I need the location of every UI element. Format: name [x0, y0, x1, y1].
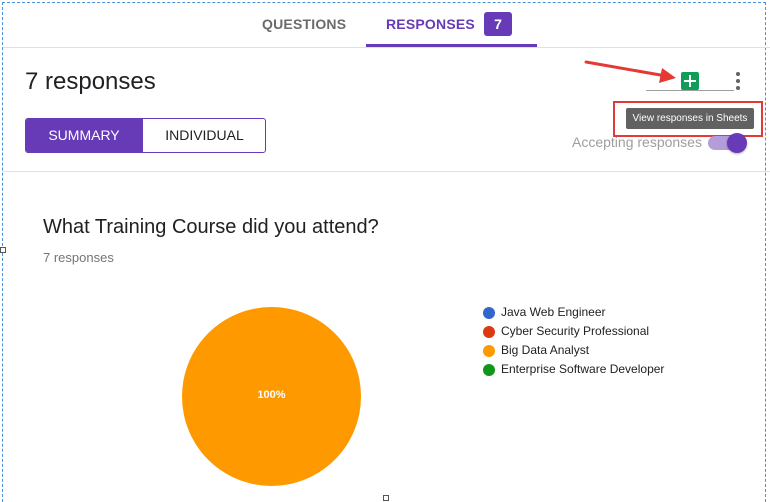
legend-dot: [483, 364, 495, 376]
legend-label: Java Web Engineer: [501, 305, 606, 319]
legend-label: Cyber Security Professional: [501, 324, 650, 338]
pie-slice-label: 100%: [257, 389, 286, 401]
question-title: What Training Course did you attend?: [43, 216, 379, 238]
section-divider: [3, 171, 770, 172]
sheets-plus-icon[interactable]: [681, 72, 699, 90]
view-toggle: SUMMARY INDIVIDUAL: [25, 118, 266, 153]
individual-button[interactable]: INDIVIDUAL: [142, 119, 265, 152]
legend-label: Big Data Analyst: [501, 343, 590, 357]
icon-underline: [646, 90, 734, 91]
active-tab-indicator: [366, 44, 537, 47]
summary-button[interactable]: SUMMARY: [26, 119, 142, 152]
sheets-tooltip: View responses in Sheets: [626, 108, 754, 129]
tab-responses[interactable]: RESPONSES: [386, 0, 475, 48]
question-response-count: 7 responses: [43, 250, 114, 265]
annotation-arrow: [584, 60, 676, 83]
more-vert-icon[interactable]: [735, 72, 741, 90]
accepting-responses-label: Accepting responses: [572, 134, 702, 150]
legend-dot: [483, 307, 495, 319]
resize-handle[interactable]: [383, 495, 389, 501]
legend-label: Enterprise Software Developer: [501, 362, 665, 376]
legend-dot: [483, 345, 495, 357]
responses-count-badge: 7: [484, 12, 512, 36]
page-title: 7 responses: [25, 68, 156, 95]
tabs-bar: QUESTIONS RESPONSES 7: [3, 0, 770, 48]
resize-handle[interactable]: [0, 247, 6, 253]
legend-dot: [483, 326, 495, 338]
tab-questions[interactable]: QUESTIONS: [262, 0, 346, 48]
toggle-thumb[interactable]: [727, 133, 747, 153]
